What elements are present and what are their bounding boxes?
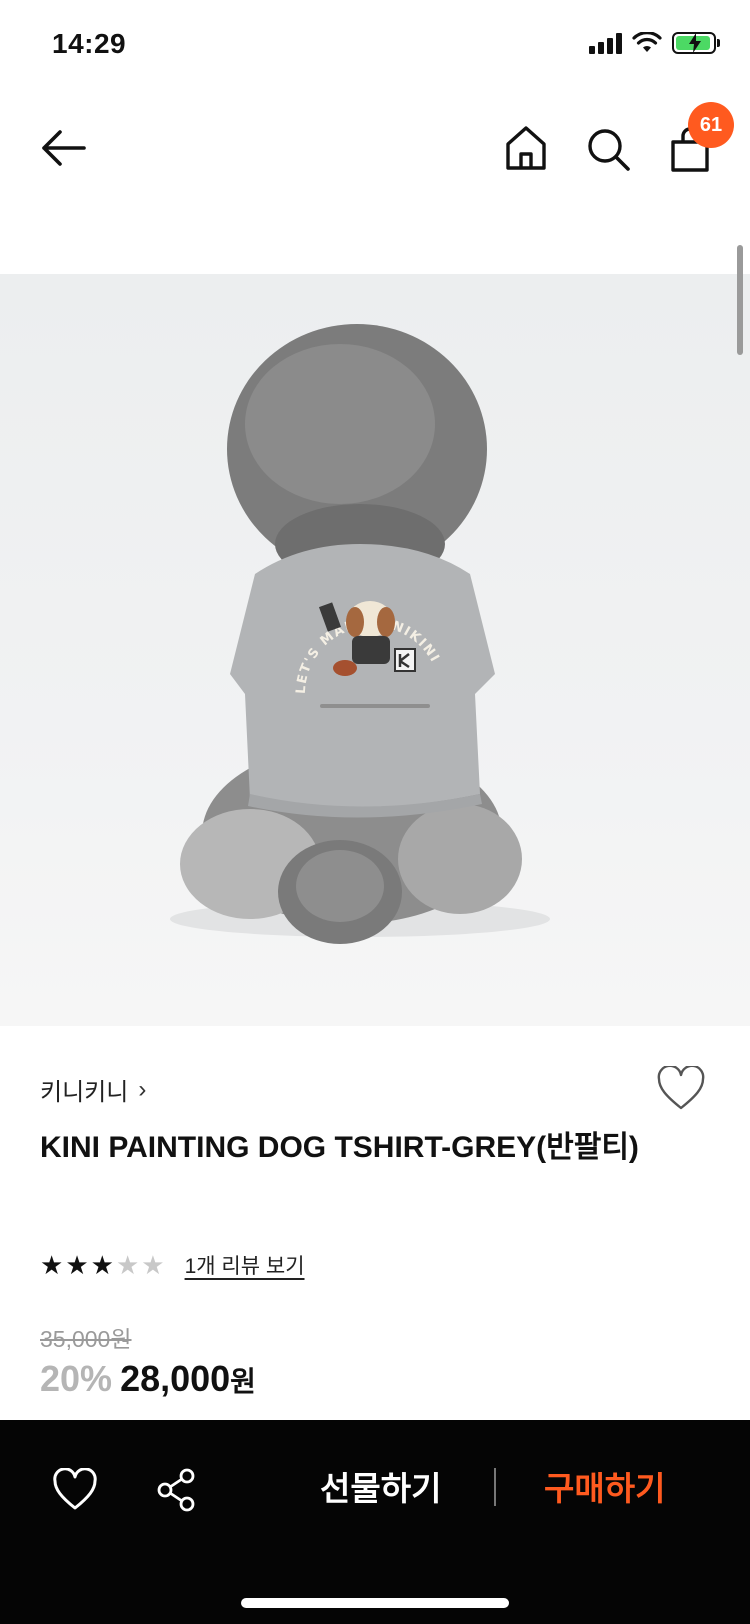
- currency-unit: 원: [230, 1366, 256, 1397]
- wishlist-heart-icon[interactable]: [656, 1066, 706, 1112]
- top-navigation: [0, 92, 750, 202]
- search-icon[interactable]: [582, 120, 634, 176]
- brand-name: 키니키니: [40, 1079, 129, 1106]
- star-empty-icon: ★: [141, 1250, 165, 1280]
- status-icons: [589, 32, 720, 54]
- product-title: KINI PAINTING DOG TSHIRT-GREY(반팔티): [40, 1131, 639, 1164]
- chevron-right-icon: ›: [138, 1075, 147, 1103]
- button-divider: [494, 1468, 496, 1506]
- brand-link[interactable]: 키니키니 ›: [40, 1072, 146, 1107]
- star-empty-icon: ★: [115, 1250, 140, 1280]
- bottom-action-bar: 선물하기 구매하기: [0, 1420, 750, 1624]
- arrow-left-icon[interactable]: [36, 120, 92, 176]
- rating-stars: ★ ★ ★ ★ ★: [40, 1252, 165, 1278]
- sale-price-value: 28,000: [120, 1358, 231, 1399]
- battery-icon: [672, 32, 720, 54]
- cart-count-badge: 61: [688, 102, 734, 148]
- home-indicator: [241, 1598, 509, 1608]
- status-time: 14:29: [52, 28, 127, 59]
- rating-row: ★ ★ ★ ★ ★ 1개 리뷰 보기: [40, 1250, 305, 1280]
- star-filled-icon: ★: [40, 1250, 64, 1280]
- sale-price: 28,000원: [120, 1358, 256, 1400]
- status-bar: 14:29: [0, 0, 750, 92]
- discount-rate: 20%: [40, 1358, 113, 1399]
- view-reviews-link[interactable]: 1개 리뷰 보기: [185, 1250, 305, 1280]
- product-photo-dog: LET'S MAKE KINIKINI: [170, 324, 550, 944]
- wifi-icon: [632, 32, 662, 52]
- share-icon[interactable]: [154, 1466, 200, 1514]
- buy-button[interactable]: 구매하기: [544, 1462, 665, 1510]
- product-image[interactable]: LET'S MAKE KINIKINI: [0, 274, 750, 1026]
- cellular-signal-icon: [589, 32, 622, 54]
- price-row: 20% 28,000원: [40, 1358, 256, 1400]
- original-price: 35,000원: [40, 1326, 132, 1352]
- star-filled-icon: ★: [65, 1250, 89, 1280]
- star-filled-icon: ★: [90, 1250, 114, 1280]
- scrollbar-thumb[interactable]: [737, 245, 743, 355]
- heart-outline-icon[interactable]: [52, 1468, 98, 1512]
- gift-button[interactable]: 선물하기: [320, 1462, 441, 1510]
- home-icon[interactable]: [500, 120, 552, 176]
